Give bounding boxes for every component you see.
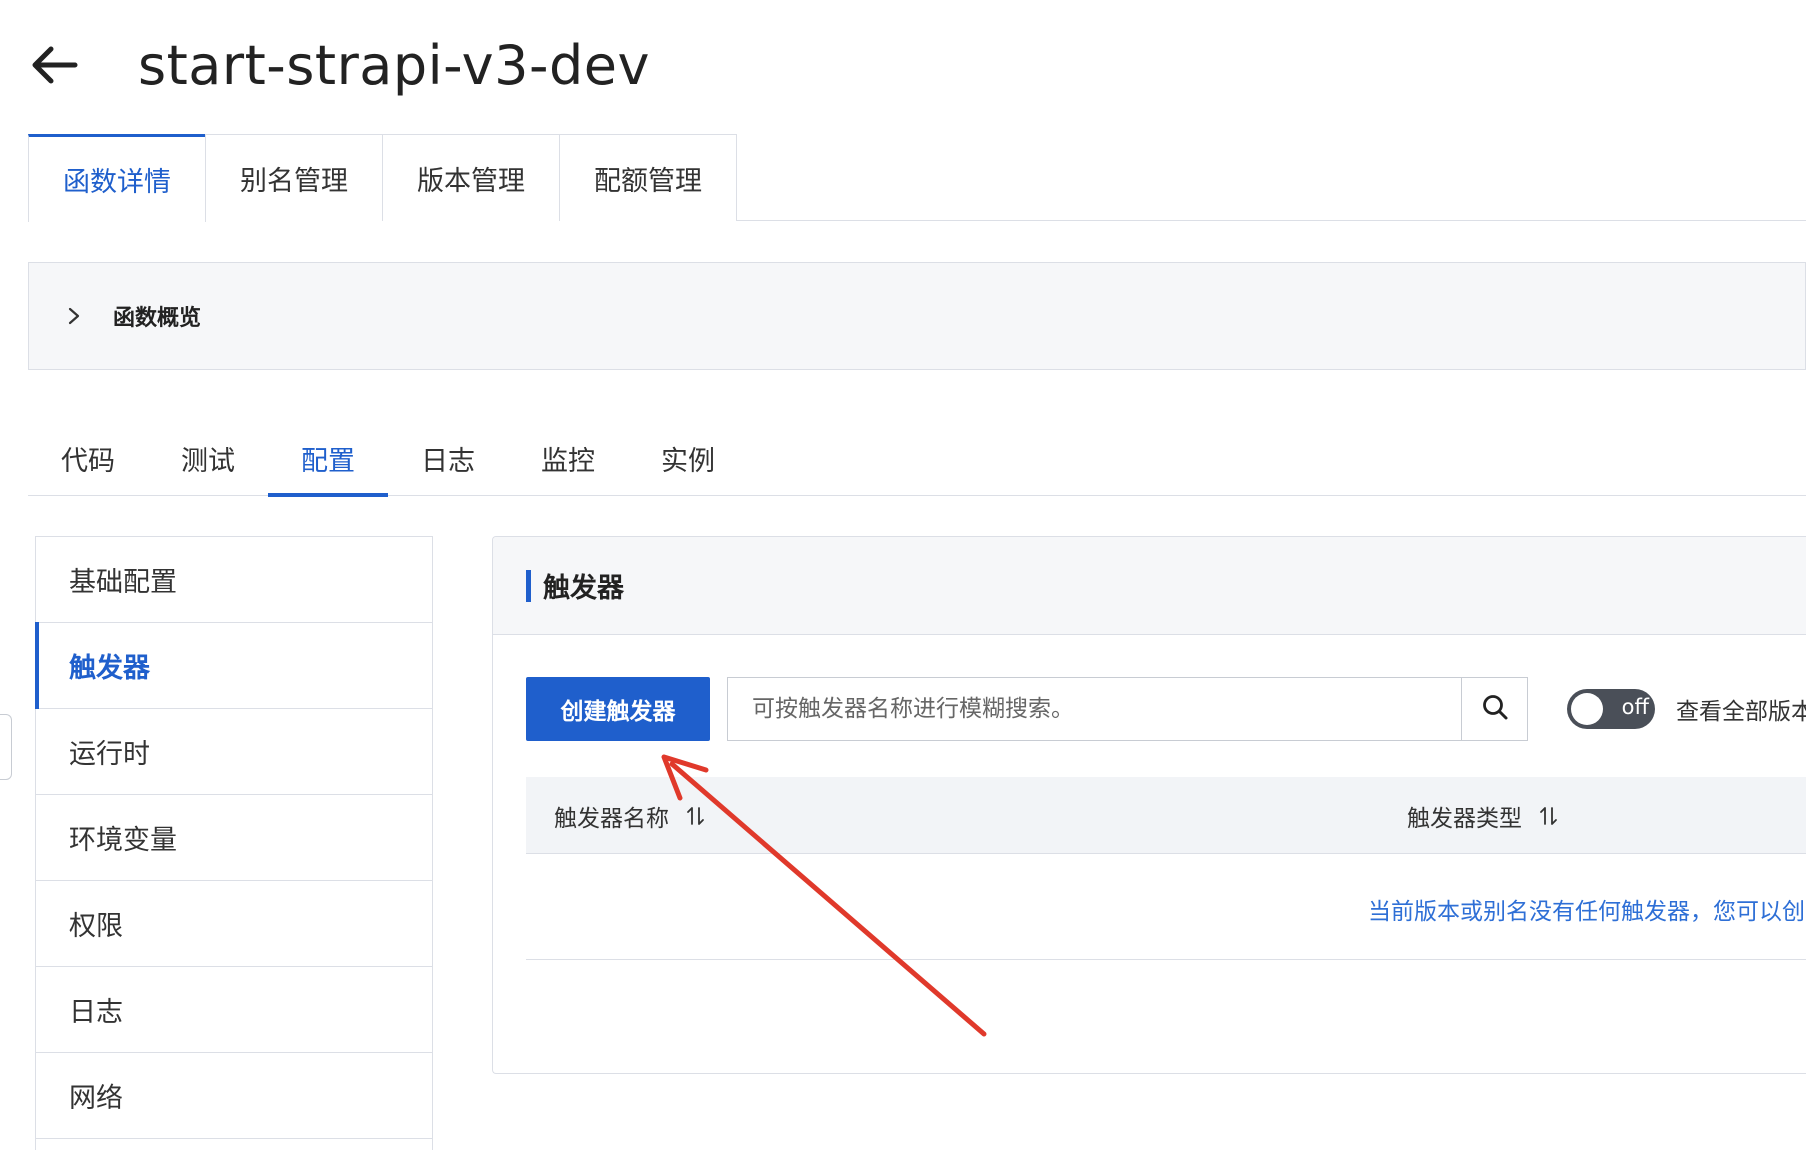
all-versions-label: 查看全部版本 <box>1676 699 1806 725</box>
trigger-search-box <box>727 677 1528 741</box>
tab-function-details[interactable]: 函数详情 <box>28 134 206 222</box>
page-header: start-strapi-v3-dev <box>28 30 650 100</box>
search-icon <box>1481 693 1509 725</box>
function-detail-page: start-strapi-v3-dev 函数详情 别名管理 版本管理 配额管理 … <box>0 0 1806 1150</box>
sidebar-item-network[interactable]: 网络 <box>36 1053 432 1139</box>
top-tab-bar: 函数详情 别名管理 版本管理 配额管理 <box>28 134 1806 222</box>
table-header: 触发器名称 触发器类型 <box>526 777 1806 854</box>
column-header-trigger-type[interactable]: 触发器类型 <box>1407 777 1560 854</box>
search-button[interactable] <box>1461 678 1527 740</box>
sidebar-collapse-handle[interactable] <box>0 714 12 780</box>
toggle-state-text: off <box>1621 695 1649 719</box>
sidebar-item-triggers[interactable]: 触发器 <box>35 622 432 709</box>
sort-icon <box>1538 805 1560 827</box>
sidebar-item-runtime[interactable]: 运行时 <box>36 709 432 795</box>
create-trigger-button[interactable]: 创建触发器 <box>526 677 710 741</box>
chevron-right-icon <box>67 306 87 326</box>
tab-quota-management[interactable]: 配额管理 <box>559 134 737 221</box>
tab-monitoring[interactable]: 监控 <box>508 420 628 496</box>
column-header-trigger-name[interactable]: 触发器名称 <box>554 777 707 854</box>
tab-test[interactable]: 测试 <box>148 420 268 496</box>
trigger-card-header: 触发器 <box>493 537 1806 635</box>
tab-config[interactable]: 配置 <box>268 420 388 497</box>
arrow-left-icon[interactable] <box>28 39 80 91</box>
function-overview-label: 函数概览 <box>113 306 202 331</box>
sub-tab-bar: 代码 测试 配置 日志 监控 实例 <box>28 420 1806 497</box>
trigger-table: 触发器名称 触发器类型 当前版本或别名没有任何触发器，您可以创 <box>526 777 1806 960</box>
tab-version-management[interactable]: 版本管理 <box>382 134 560 221</box>
tab-code[interactable]: 代码 <box>28 420 148 496</box>
column-header-label: 触发器类型 <box>1407 805 1522 832</box>
trigger-card-title: 触发器 <box>543 573 624 604</box>
sidebar-item-permissions[interactable]: 权限 <box>36 881 432 967</box>
sidebar-item-basic-config[interactable]: 基础配置 <box>36 537 432 623</box>
column-header-label: 触发器名称 <box>554 805 669 832</box>
function-overview-panel[interactable]: 函数概览 <box>28 262 1806 370</box>
trigger-toolbar: 创建触发器 off 查看全部版本 <box>526 677 1806 741</box>
tab-instances[interactable]: 实例 <box>628 420 748 496</box>
trigger-card: 触发器 创建触发器 off 查看全部版本 <box>492 536 1806 1074</box>
sort-icon <box>685 805 707 827</box>
empty-state-row: 当前版本或别名没有任何触发器，您可以创 <box>526 854 1806 960</box>
section-accent-bar <box>526 569 531 602</box>
trigger-search-input[interactable] <box>728 678 1461 740</box>
all-versions-toggle[interactable]: off <box>1567 689 1655 729</box>
empty-state-link[interactable]: 当前版本或别名没有任何触发器，您可以创 <box>1368 892 1805 926</box>
sidebar-item-logs[interactable]: 日志 <box>36 967 432 1053</box>
tab-logs[interactable]: 日志 <box>388 420 508 496</box>
sidebar-item-env-vars[interactable]: 环境变量 <box>36 795 432 881</box>
tab-alias-management[interactable]: 别名管理 <box>205 134 383 221</box>
config-sidebar: 基础配置 触发器 运行时 环境变量 权限 日志 网络 <box>35 536 433 1150</box>
page-title: start-strapi-v3-dev <box>138 33 650 97</box>
toggle-knob <box>1571 693 1603 725</box>
